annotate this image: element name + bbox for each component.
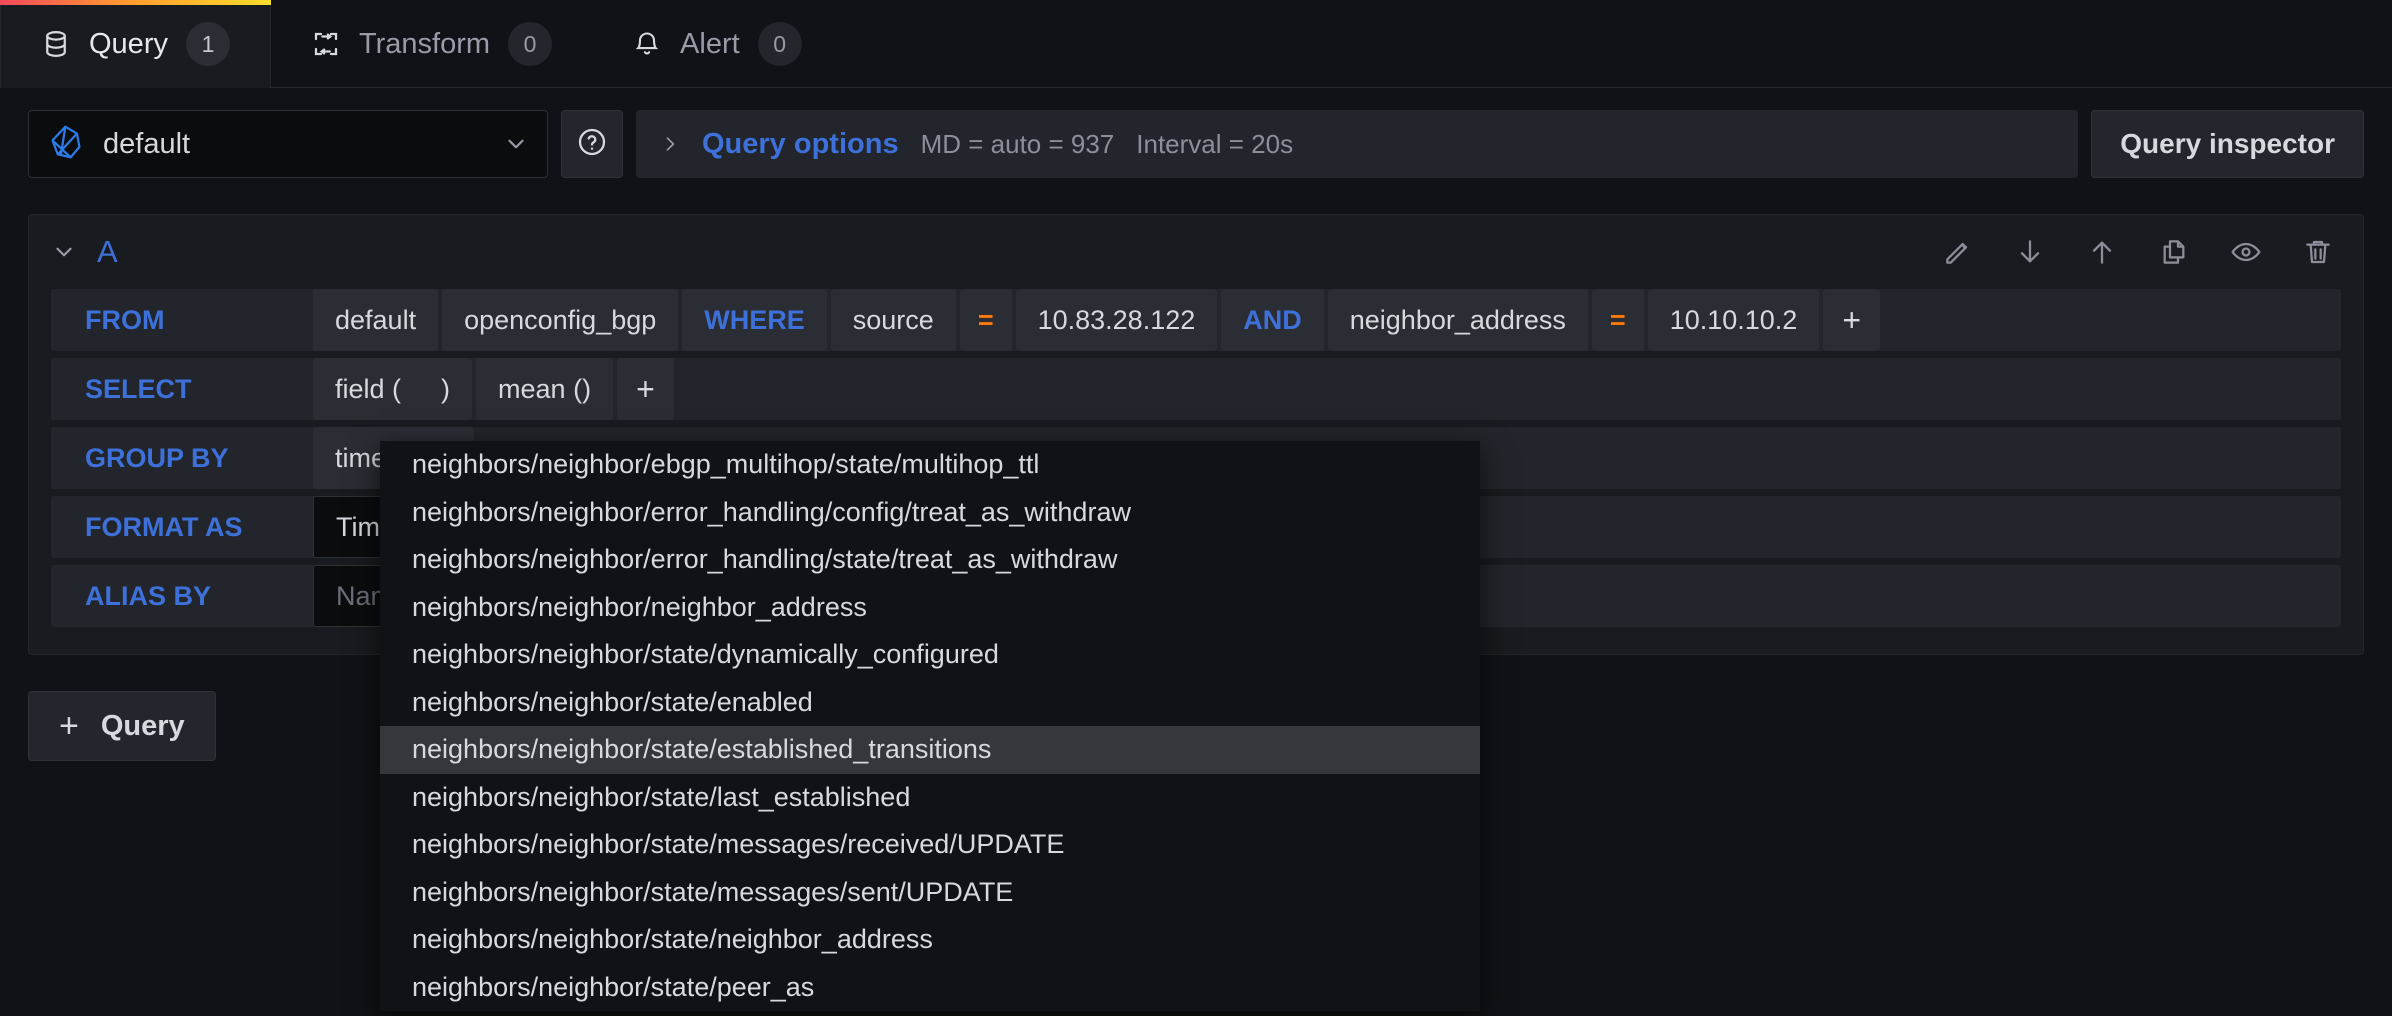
edit-query-icon[interactable] <box>1941 235 1975 269</box>
toggle-visibility-icon[interactable] <box>2229 235 2263 269</box>
query-row-header: A <box>29 215 2363 289</box>
from-measurement-segment[interactable]: openconfig_bgp <box>442 289 679 351</box>
database-icon <box>41 29 71 59</box>
duplicate-query-icon[interactable] <box>2157 235 2191 269</box>
field-option-item[interactable]: neighbors/neighbor/state/peer_as <box>380 964 1480 1012</box>
influxdb-icon <box>47 123 85 166</box>
select-aggregation-mean[interactable]: mean () <box>476 358 614 420</box>
field-option-item[interactable]: neighbors/neighbor/state/messages/receiv… <box>380 821 1480 869</box>
field-option-item[interactable]: neighbors/neighbor/state/messages/sent/U… <box>380 869 1480 917</box>
plus-icon: + <box>59 706 79 745</box>
chevron-right-icon <box>660 132 680 156</box>
field-option-item[interactable]: neighbors/neighbor/ebgp_multihop/state/m… <box>380 441 1480 489</box>
and-keyword[interactable]: AND <box>1221 289 1324 351</box>
field-options-dropdown[interactable]: neighbors/neighbor/ebgp_multihop/state/m… <box>380 441 1480 1011</box>
question-circle-icon <box>576 126 608 163</box>
field-option-item[interactable]: neighbors/neighbor/state/established_tra… <box>380 726 1480 774</box>
where-keyword: WHERE <box>682 289 827 351</box>
chevron-down-icon <box>503 131 529 157</box>
from-policy-segment[interactable]: default <box>313 289 439 351</box>
add-query-button[interactable]: + Query <box>28 691 216 761</box>
field-option-item[interactable]: neighbors/neighbor/state/dynamically_con… <box>380 631 1480 679</box>
tab-transform-label: Transform <box>358 27 491 60</box>
datasource-name: default <box>103 127 191 160</box>
add-where-condition-button[interactable]: + <box>1823 289 1881 351</box>
field-option-item[interactable]: neighbors/neighbor/error_handling/config… <box>380 489 1480 537</box>
query-actions <box>1941 235 2335 269</box>
add-select-part-button[interactable]: + <box>617 358 674 420</box>
select-field-segment[interactable]: field ( ) <box>313 358 473 420</box>
datasource-help-button[interactable] <box>561 110 623 178</box>
row-label-group-by: GROUP BY <box>51 427 309 489</box>
datasource-row: default Query options MD = auto = 937 In… <box>0 88 2392 196</box>
field-option-item[interactable]: neighbors/neighbor/state/enabled <box>380 679 1480 727</box>
collapse-query-icon[interactable] <box>51 239 77 265</box>
query-row-from: FROM default openconfig_bgp WHERE source… <box>51 289 2341 351</box>
delete-query-icon[interactable] <box>2301 235 2335 269</box>
row-label-from: FROM <box>51 289 309 351</box>
tab-alert-label: Alert <box>680 27 740 60</box>
row-items-from: default openconfig_bgp WHERE source = 10… <box>313 289 2341 351</box>
editor-tab-bar: Query 1 Transform 0 Alert 0 <box>0 0 2392 88</box>
where-operator-source[interactable]: = <box>959 289 1012 351</box>
where-operator-neighbor-address[interactable]: = <box>1591 289 1644 351</box>
field-option-item[interactable]: neighbors/neighbor/error_handling/state/… <box>380 536 1480 584</box>
where-value-neighbor-address[interactable]: 10.10.10.2 <box>1647 289 1820 351</box>
datasource-picker[interactable]: default <box>28 110 548 178</box>
field-options-list: neighbors/neighbor/ebgp_multihop/state/m… <box>380 441 1480 1011</box>
field-option-item[interactable]: neighbors/neighbor/state/last_establishe… <box>380 774 1480 822</box>
where-key-source[interactable]: source <box>830 289 956 351</box>
where-value-source[interactable]: 10.83.28.122 <box>1015 289 1218 351</box>
max-data-points-info: MD = auto = 937 <box>920 128 1115 159</box>
add-query-label: Query <box>100 709 185 742</box>
query-options-title: Query options <box>702 127 899 160</box>
field-option-item[interactable]: neighbors/neighbor/neighbor_address <box>380 584 1480 632</box>
row-items-select: field ( ) mean () + <box>313 358 2341 420</box>
move-query-up-icon[interactable] <box>2085 235 2119 269</box>
move-query-down-icon[interactable] <box>2013 235 2047 269</box>
interval-info: Interval = 20s <box>1136 128 1294 159</box>
row-label-select: SELECT <box>51 358 309 420</box>
tab-query-label: Query <box>89 27 168 60</box>
query-ref-id[interactable]: A <box>97 234 118 270</box>
tab-alert[interactable]: Alert 0 <box>592 0 842 88</box>
where-key-neighbor-address[interactable]: neighbor_address <box>1327 289 1588 351</box>
query-inspector-button[interactable]: Query inspector <box>2091 110 2364 178</box>
tab-transform-count: 0 <box>508 22 553 66</box>
select-field-close: ) <box>441 373 451 404</box>
tab-query-count: 1 <box>185 22 230 66</box>
tab-alert-count: 0 <box>757 22 802 66</box>
tab-transform[interactable]: Transform 0 <box>271 0 592 88</box>
query-options-bar[interactable]: Query options MD = auto = 937 Interval =… <box>636 110 2079 178</box>
transform-icon <box>311 29 341 59</box>
field-option-item[interactable]: neighbors/neighbor/state/neighbor_addres… <box>380 916 1480 964</box>
tab-query[interactable]: Query 1 <box>0 0 271 88</box>
row-label-alias-by: ALIAS BY <box>51 565 309 627</box>
select-field-open: field ( <box>335 373 402 404</box>
bell-icon <box>632 29 662 59</box>
row-label-format-as: FORMAT AS <box>51 496 309 558</box>
query-row-select: SELECT field ( ) mean () + <box>51 358 2341 420</box>
